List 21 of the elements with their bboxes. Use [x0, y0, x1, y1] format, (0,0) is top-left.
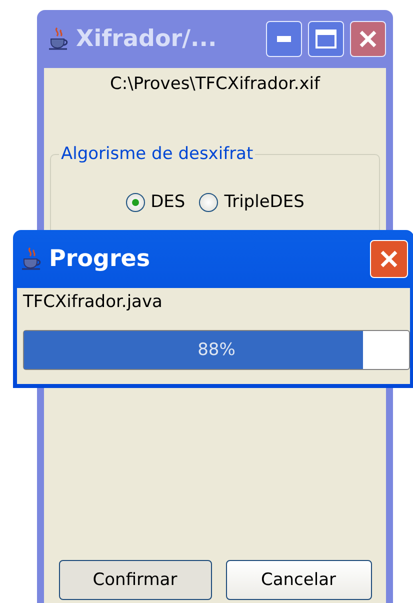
window-title: Xifrador/... [76, 26, 218, 52]
radio-button[interactable] [126, 192, 145, 212]
close-button[interactable] [350, 21, 386, 57]
minimize-button[interactable] [266, 21, 302, 57]
maximize-icon [315, 29, 337, 49]
radio-label[interactable]: DES [150, 192, 186, 212]
coffee-cup-icon [21, 247, 43, 271]
progress-percentage: 88% [198, 340, 236, 360]
minimize-icon [277, 36, 291, 42]
maximize-button[interactable] [308, 21, 344, 57]
radio-label[interactable]: TripleDES [224, 192, 304, 212]
coffee-cup-icon [48, 27, 70, 51]
dialog-title: Progres [49, 246, 152, 272]
close-icon [358, 29, 378, 49]
cancel-button[interactable]: Cancelar [226, 560, 372, 600]
close-icon [379, 249, 399, 269]
confirm-button[interactable]: Confirmar [58, 560, 212, 600]
file-name: TFCXifrador.java [23, 292, 164, 312]
file-path: C:\Proves\TFCXifrador.xif [110, 74, 320, 94]
group-title: Algorisme de desxifrat [60, 144, 254, 164]
radio-button[interactable] [199, 192, 218, 212]
